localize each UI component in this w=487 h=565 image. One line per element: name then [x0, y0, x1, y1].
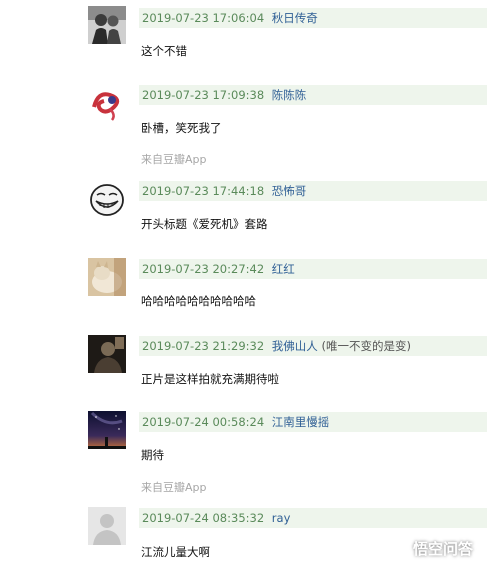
- comment-text: 期待: [141, 448, 164, 462]
- comment-username[interactable]: 陈陈陈: [272, 88, 307, 102]
- comment-source: 来自豆瓣App: [141, 481, 207, 494]
- avatar-image: [88, 411, 126, 449]
- comment-time: 2019-07-23 17:44:18: [142, 184, 265, 198]
- comment-time: 2019-07-23 21:29:32: [142, 339, 265, 353]
- comment-meta: 2019-07-24 08:35:32 ray: [139, 508, 487, 528]
- comment-time: 2019-07-23 17:06:04: [142, 11, 265, 25]
- comment-text: 这个不错: [141, 44, 187, 58]
- comment-time: 2019-07-23 17:09:38: [142, 88, 265, 102]
- avatar[interactable]: [88, 6, 126, 44]
- avatar[interactable]: [88, 335, 126, 373]
- watermark-text: 悟空问答: [413, 539, 474, 558]
- comment-user-note: (唯一不变的是变): [321, 339, 411, 353]
- comment-feed: 2019-07-23 17:06:04 秋日传奇 这个不错 2019-07-23…: [0, 0, 487, 565]
- comment-text: 哈哈哈哈哈哈哈哈哈哈: [141, 294, 256, 308]
- avatar[interactable]: [88, 411, 126, 449]
- default-user-icon: [88, 507, 126, 545]
- comment-time: 2019-07-24 08:35:32: [142, 511, 265, 525]
- comment-text: 开头标题《爱死机》套路: [141, 217, 268, 231]
- avatar-image: [88, 258, 126, 296]
- avatar-image: [88, 181, 126, 219]
- wukong-logo-icon: [389, 538, 409, 558]
- comment-meta: 2019-07-23 20:27:42 红红: [139, 259, 487, 279]
- comment-text: 正片是这样拍就充满期待啦: [141, 372, 279, 386]
- comment-time: 2019-07-23 20:27:42: [142, 262, 265, 276]
- comment-meta: 2019-07-23 21:29:32 我佛山人 (唯一不变的是变): [139, 336, 487, 356]
- comment-meta: 2019-07-24 00:58:24 江南里慢摇: [139, 412, 487, 432]
- comment-username[interactable]: 恐怖哥: [272, 184, 307, 198]
- comment-source: 来自豆瓣App: [141, 153, 207, 166]
- comment-meta: 2019-07-23 17:06:04 秋日传奇: [139, 8, 487, 28]
- avatar-image: [88, 335, 126, 373]
- comment-time: 2019-07-24 00:58:24: [142, 415, 265, 429]
- comment-username[interactable]: 我佛山人: [272, 339, 318, 353]
- avatar[interactable]: [88, 181, 126, 219]
- avatar-image: [88, 85, 126, 123]
- comment-text: 卧槽，笑死我了: [141, 121, 222, 135]
- watermark: 悟空问答: [389, 536, 473, 560]
- comment-username[interactable]: 秋日传奇: [272, 11, 318, 25]
- avatar[interactable]: [88, 85, 126, 123]
- comment-text: 江流儿量大啊: [141, 545, 210, 559]
- comment-meta: 2019-07-23 17:44:18 恐怖哥: [139, 181, 487, 201]
- comment-meta: 2019-07-23 17:09:38 陈陈陈: [139, 85, 487, 105]
- comment-username[interactable]: ray: [272, 511, 291, 525]
- comment-username[interactable]: 江南里慢摇: [272, 415, 330, 429]
- avatar-image: [88, 6, 126, 44]
- avatar[interactable]: [88, 258, 126, 296]
- avatar[interactable]: [88, 507, 126, 545]
- comment-username[interactable]: 红红: [272, 262, 295, 276]
